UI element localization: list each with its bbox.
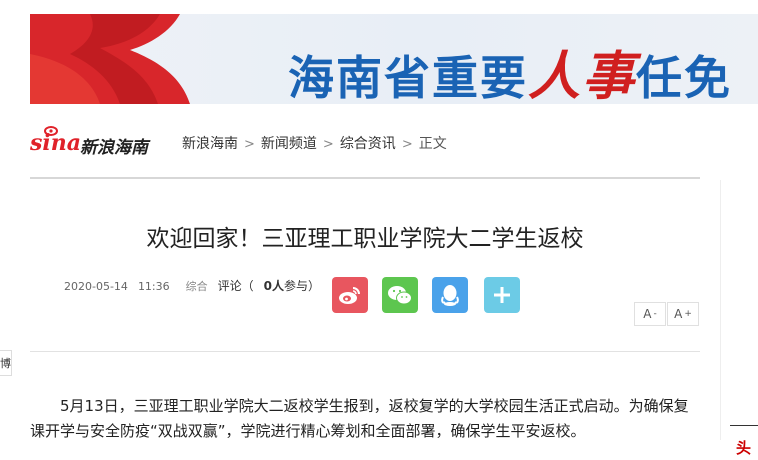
comment-suffix: 参与） (284, 279, 321, 293)
sina-logo[interactable]: sina 新浪海南 (30, 124, 160, 158)
font-smaller-sign: - (653, 309, 657, 319)
share-wechat-button[interactable] (382, 277, 418, 313)
font-smaller-button[interactable]: A- (634, 302, 666, 326)
article-title: 欢迎回家！三亚理工职业学院大二学生返校 (146, 226, 584, 252)
side-floating-tab[interactable]: 博 (0, 350, 12, 376)
article-category[interactable]: 综合 (186, 280, 208, 293)
comment-label: 评论（ (217, 279, 254, 293)
chevron-right-icon: > (244, 137, 255, 152)
chevron-right-icon: > (322, 137, 334, 152)
sidebar-rule (730, 425, 758, 426)
top-banner-ad[interactable]: 海南省重要人事任免 (30, 14, 758, 104)
article-body-paragraph: 5月13日，三亚理工职业学院大二返校学生报到，返校复学的大学校园生活正式启动。为… (30, 397, 689, 440)
weibo-icon (339, 287, 360, 304)
red-flag-graphic (30, 14, 190, 104)
plus-icon (494, 287, 510, 303)
font-larger-button[interactable]: A + (667, 302, 699, 326)
logo-name: 新浪海南 (80, 138, 148, 158)
logo-brand: sina (30, 130, 81, 156)
banner-title-part1: 海南省重要 (288, 51, 528, 104)
breadcrumb-item-news[interactable]: 新闻频道 (261, 136, 317, 152)
article-date: 2020-05-14 (64, 280, 128, 293)
banner-title: 海南省重要人事任免 (288, 34, 732, 104)
wechat-icon (388, 286, 412, 305)
meta-divider (30, 351, 700, 352)
qq-icon (441, 285, 459, 306)
header-divider (30, 177, 700, 179)
breadcrumb: 新浪海南 > 新闻频道 > 综合资讯 > 正文 (182, 133, 447, 153)
sidebar-heading-fragment: 头 (736, 439, 752, 457)
sidebar-divider (720, 180, 721, 440)
article-meta: 2020-05-14 11:36 综合 评论（ 0人参与） (64, 277, 340, 294)
banner-title-highlight: 人事 (528, 47, 637, 104)
share-weibo-button[interactable] (332, 277, 368, 313)
font-larger-label: A (674, 307, 683, 321)
breadcrumb-current: 正文 (418, 136, 447, 152)
comment-count: 0人 (263, 279, 285, 293)
font-larger-sign: + (684, 309, 692, 319)
breadcrumb-item-general[interactable]: 综合资讯 (340, 136, 396, 152)
side-tab-label: 博 (0, 357, 11, 370)
banner-title-part2: 任免 (636, 51, 733, 104)
article-time: 11:36 (137, 280, 170, 293)
font-smaller-label: A (643, 307, 652, 321)
comment-link[interactable]: 评论（ 0人参与） (218, 279, 330, 293)
breadcrumb-item-home[interactable]: 新浪海南 (182, 136, 238, 152)
share-qq-button[interactable] (432, 277, 468, 313)
share-more-button[interactable] (484, 277, 520, 313)
chevron-right-icon: > (401, 137, 413, 152)
